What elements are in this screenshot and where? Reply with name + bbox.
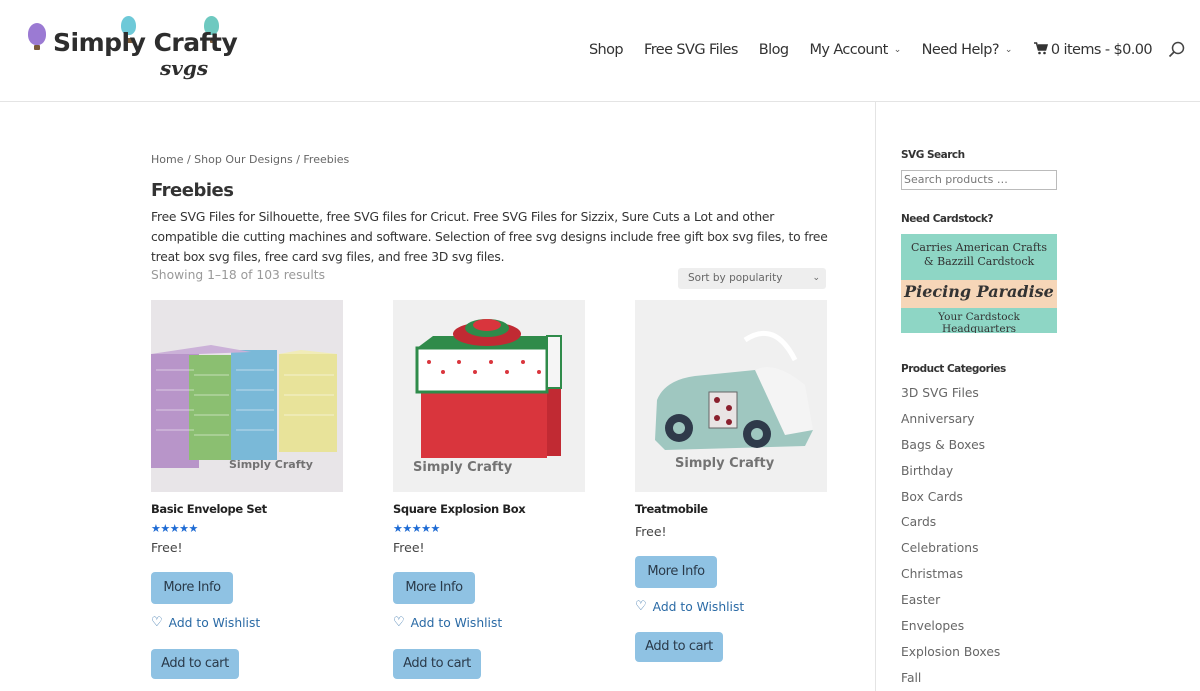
chevron-down-icon: ⌄ xyxy=(1004,45,1013,55)
page-title: Freebies xyxy=(151,180,234,201)
product-title[interactable]: Treatmobile xyxy=(635,502,708,516)
product-card: Simply Crafty Basic Envelope Set ★★★★★ F… xyxy=(151,300,343,679)
product-card: Simply Crafty Square Explosion Box ★★★★★… xyxy=(393,300,585,679)
heart-icon: ♡ xyxy=(393,615,405,630)
more-info-button[interactable]: More Info xyxy=(635,556,717,588)
need-cardstock-title: Need Cardstock? xyxy=(901,213,993,225)
nav-blog[interactable]: Blog xyxy=(759,42,789,58)
product-price: Free! xyxy=(635,524,667,539)
heart-icon: ♡ xyxy=(151,615,163,630)
result-count: Showing 1–18 of 103 results xyxy=(151,268,325,282)
add-to-wishlist-link[interactable]: ♡ Add to Wishlist xyxy=(635,599,744,614)
product-card: Simply Crafty Treatmobile Free! More Inf… xyxy=(635,300,827,662)
rating-stars-icon: ★★★★★ xyxy=(151,522,198,535)
heart-icon: ♡ xyxy=(635,599,647,614)
nav-shop-label: Shop xyxy=(588,42,624,58)
search-icon[interactable] xyxy=(1168,41,1186,59)
nav-need-help-label: Need Help? xyxy=(921,42,1000,58)
category-description: Free SVG Files for Silhouette, free SVG … xyxy=(151,210,828,264)
add-to-wishlist-label: Add to Wishlist xyxy=(652,599,745,614)
chevron-down-icon: ⌄ xyxy=(893,45,902,55)
product-categories-title: Product Categories xyxy=(901,363,1006,375)
add-to-wishlist-label: Add to Wishlist xyxy=(410,615,503,630)
product-title[interactable]: Basic Envelope Set xyxy=(151,502,267,516)
add-to-wishlist-link[interactable]: ♡ Add to Wishlist xyxy=(393,615,502,630)
banner-line-1: Carries American Crafts xyxy=(911,241,1047,254)
rating-stars-icon: ★★★★★ xyxy=(393,522,440,535)
shopping-cart-icon xyxy=(1033,41,1048,59)
category-list: 3D SVG Files Anniversary Bags & Boxes Bi… xyxy=(901,384,1000,691)
breadcrumb[interactable]: Home / Shop Our Designs / Freebies xyxy=(151,153,349,166)
nav-shop[interactable]: Shop xyxy=(588,42,624,58)
banner-line-2: & Bazzill Cardstock xyxy=(923,255,1035,268)
banner-line-3: Your Cardstock Headquarters xyxy=(938,311,1020,333)
product-image-watermark: Simply Crafty xyxy=(675,456,775,471)
category-link[interactable]: Celebrations xyxy=(901,539,1000,565)
product-search-input[interactable]: Search products … xyxy=(901,170,1057,190)
cardstock-banner-ad[interactable]: Carries American Crafts & Bazzill Cardst… xyxy=(901,234,1057,333)
category-link[interactable]: 3D SVG Files xyxy=(901,384,1000,410)
product-image-explosion-box[interactable]: Simply Crafty xyxy=(393,300,585,492)
category-link[interactable]: Envelopes xyxy=(901,617,1000,643)
nav-need-help[interactable]: Need Help? ⌄ xyxy=(921,42,1013,58)
add-to-wishlist-label: Add to Wishlist xyxy=(168,615,261,630)
more-info-button[interactable]: More Info xyxy=(393,572,475,604)
nav-my-account[interactable]: My Account ⌄ xyxy=(809,42,902,58)
site-logo[interactable]: Simply Crafty svgs xyxy=(26,16,238,88)
product-image-watermark: Simply Crafty xyxy=(229,458,313,471)
add-to-cart-button[interactable]: Add to cart xyxy=(393,649,481,679)
category-link[interactable]: Fall xyxy=(901,669,1000,691)
product-title[interactable]: Square Explosion Box xyxy=(393,502,526,516)
chevron-down-icon: ⌄ xyxy=(812,273,820,283)
category-link[interactable]: Anniversary xyxy=(901,410,1000,436)
logo-subtext: svgs xyxy=(160,56,209,80)
more-info-button[interactable]: More Info xyxy=(151,572,233,604)
nav-free-svg-files-label: Free SVG Files xyxy=(644,42,738,58)
add-to-cart-button[interactable]: Add to cart xyxy=(151,649,239,679)
sort-select-value: Sort by popularity xyxy=(688,272,783,284)
add-to-cart-button[interactable]: Add to cart xyxy=(635,632,723,662)
product-image-watermark: Simply Crafty xyxy=(413,460,513,475)
sort-select[interactable]: Sort by popularity ⌄ xyxy=(678,268,826,289)
nav-cart[interactable]: 0 items - $0.00 xyxy=(1033,41,1153,59)
product-image-treatmobile[interactable]: Simply Crafty xyxy=(635,300,827,492)
svg-search-title: SVG Search xyxy=(901,149,965,161)
sidebar-divider xyxy=(875,102,876,691)
nav-free-svg-files[interactable]: Free SVG Files xyxy=(644,42,738,58)
banner-script-title: Piecing Paradise xyxy=(904,282,1054,301)
category-link[interactable]: Box Cards xyxy=(901,488,1000,514)
purple-balloon-icon xyxy=(28,23,46,50)
cart-label: 0 items - $0.00 xyxy=(1050,42,1153,58)
logo-text: Simply Crafty xyxy=(53,28,238,57)
category-link[interactable]: Christmas xyxy=(901,565,1000,591)
category-link[interactable]: Explosion Boxes xyxy=(901,643,1000,669)
nav-my-account-label: My Account xyxy=(809,42,888,58)
category-link[interactable]: Easter xyxy=(901,591,1000,617)
category-link[interactable]: Cards xyxy=(901,513,1000,539)
product-price: Free! xyxy=(151,540,183,555)
site-header: Simply Crafty svgs Shop Free SVG Files B… xyxy=(0,0,1200,102)
category-link[interactable]: Birthday xyxy=(901,462,1000,488)
product-price: Free! xyxy=(393,540,425,555)
category-link[interactable]: Bags & Boxes xyxy=(901,436,1000,462)
product-image-envelopes[interactable]: Simply Crafty xyxy=(151,300,343,492)
main-nav: Shop Free SVG Files Blog My Account ⌄ Nee… xyxy=(568,38,1200,62)
add-to-wishlist-link[interactable]: ♡ Add to Wishlist xyxy=(151,615,260,630)
nav-blog-label: Blog xyxy=(758,42,789,58)
